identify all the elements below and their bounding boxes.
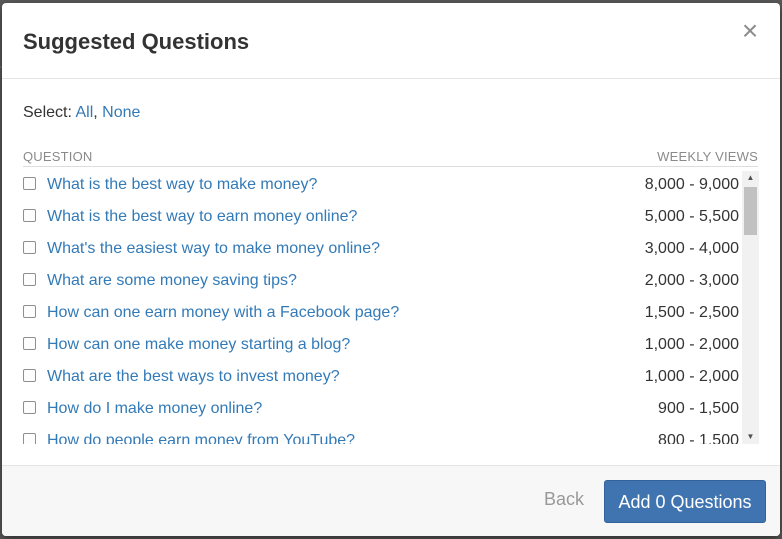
select-label: Select: [23,104,72,121]
suggested-questions-dialog: Suggested Questions × Select: All, None … [2,3,780,536]
question-link[interactable]: What are some money saving tips? [47,272,297,290]
weekly-views-column-header: WEEKLY VIEWS [657,149,758,164]
list-scrollbar[interactable]: ▲ ▼ [742,171,759,444]
question-row[interactable]: How can one earn money with a Facebook p… [23,299,759,331]
question-checkbox[interactable] [23,401,36,414]
question-link[interactable]: How do I make money online? [47,400,262,418]
weekly-views-value: 1,000 - 2,000 [644,368,739,385]
question-checkbox[interactable] [23,209,36,222]
select-none-link[interactable]: None [102,104,140,121]
question-link[interactable]: What is the best way to earn money onlin… [47,208,357,226]
question-row[interactable]: What are some money saving tips? 2,000 - … [23,267,759,299]
weekly-views-value: 3,000 - 4,000 [644,240,739,257]
question-checkbox[interactable] [23,177,36,190]
question-column-header: QUESTION [23,149,93,164]
back-button[interactable]: Back [544,489,584,510]
weekly-views-value: 800 - 1,500 [658,432,739,444]
dialog-footer: Back Add 0 Questions [2,465,780,536]
scroll-up-arrow-icon[interactable]: ▲ [742,171,759,185]
dialog-header: Suggested Questions × [2,3,780,79]
question-link[interactable]: How do people earn money from YouTube? [47,432,355,444]
question-checkbox[interactable] [23,337,36,350]
question-link[interactable]: What are the best ways to invest money? [47,368,340,386]
dialog-body: Select: All, None QUESTION WEEKLY VIEWS … [2,79,780,465]
question-row[interactable]: How do I make money online? 900 - 1,500 [23,395,759,427]
question-link[interactable]: What's the easiest way to make money onl… [47,240,380,258]
question-row[interactable]: How do people earn money from YouTube? 80… [23,427,759,444]
add-questions-button[interactable]: Add 0 Questions [604,480,766,523]
scroll-down-arrow-icon[interactable]: ▼ [742,430,759,444]
weekly-views-value: 900 - 1,500 [658,400,739,417]
scrollbar-thumb[interactable] [744,187,757,235]
select-controls: Select: All, None [23,104,140,122]
select-all-link[interactable]: All [75,104,93,121]
weekly-views-value: 1,000 - 2,000 [644,336,739,353]
question-checkbox[interactable] [23,305,36,318]
question-checkbox[interactable] [23,273,36,286]
question-row[interactable]: What are the best ways to invest money? 1… [23,363,759,395]
question-checkbox[interactable] [23,433,36,444]
question-checkbox[interactable] [23,369,36,382]
weekly-views-value: 1,500 - 2,500 [644,304,739,321]
question-link[interactable]: What is the best way to make money? [47,176,317,194]
dialog-title: Suggested Questions [23,29,250,54]
question-row[interactable]: What's the easiest way to make money onl… [23,235,759,267]
question-row[interactable]: What is the best way to make money? 8,000… [23,171,759,203]
question-link[interactable]: How can one make money starting a blog? [47,336,350,354]
question-row[interactable]: How can one make money starting a blog? 1… [23,331,759,363]
weekly-views-value: 8,000 - 9,000 [644,176,739,193]
close-icon[interactable]: × [738,17,762,45]
weekly-views-value: 2,000 - 3,000 [644,272,739,289]
weekly-views-value: 5,000 - 5,500 [644,208,739,225]
question-row[interactable]: What is the best way to earn money onlin… [23,203,759,235]
select-separator: , [93,104,98,121]
header-divider [23,166,758,167]
question-checkbox[interactable] [23,241,36,254]
questions-list[interactable]: What is the best way to make money? 8,000… [23,171,759,444]
question-link[interactable]: How can one earn money with a Facebook p… [47,304,399,322]
